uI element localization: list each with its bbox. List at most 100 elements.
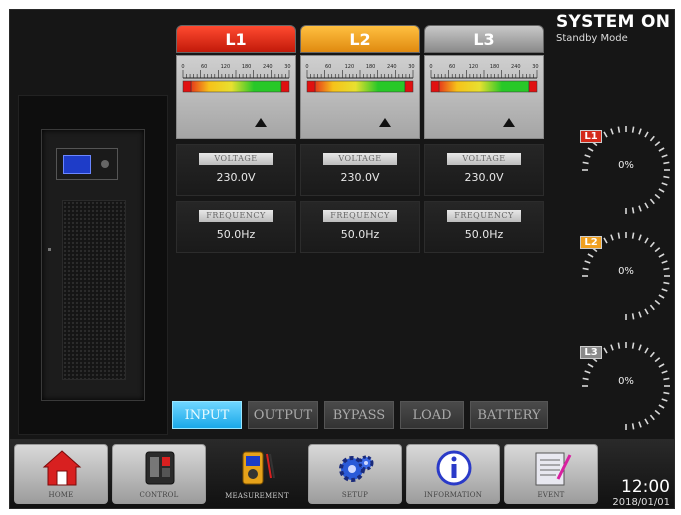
gauge-scale: 0 60 120 180 240 300 (305, 64, 415, 93)
voltage-gauge-l1: 0 60 120 180 240 300 (176, 55, 296, 139)
gauge-tick-label: 120 (345, 64, 355, 70)
phase-column-l2: L2 0 60 120 180 240 300 VOLTAGE 230.0V FREQUE… (300, 25, 420, 253)
frequency-box-l3: FREQUENCY 50.0Hz (424, 201, 544, 253)
frequency-label: FREQUENCY (447, 210, 521, 222)
gauge-scale: 0 60 120 180 240 300 (429, 64, 539, 93)
tab-input[interactable]: INPUT (172, 401, 242, 429)
voltage-label: VOLTAGE (447, 153, 521, 165)
phase-header-l3[interactable]: L3 (424, 25, 544, 53)
load-ring-tick (603, 237, 608, 244)
nav-information-label: INFORMATION (423, 491, 483, 499)
gauge-pointer-icon (255, 118, 267, 127)
load-ring-tick (658, 294, 665, 299)
load-ring-tick (663, 175, 670, 179)
phase-header-l1[interactable]: L1 (176, 25, 296, 53)
voltage-value: 230.0V (340, 171, 380, 184)
gauge-color-band (314, 80, 406, 93)
control-icon (145, 451, 175, 485)
nav-measurement-button[interactable]: MEASUREMENT (210, 444, 304, 504)
measurement-icon (242, 451, 275, 485)
nav-control-button[interactable]: CONTROL (112, 444, 206, 504)
gauge-tick-label: 180 (490, 64, 500, 70)
voltage-box-l2: VOLTAGE 230.0V (300, 144, 420, 196)
load-ring-tick (638, 311, 642, 318)
load-meter-l1: L1 0% (576, 120, 674, 220)
gauge-scale: 0 60 120 180 240 300 (181, 64, 291, 93)
gauge-tick-label: 240 (263, 64, 273, 70)
load-ring-tick (603, 131, 608, 138)
gauge-high-zone (280, 80, 290, 93)
gauge-pointer-icon (379, 118, 391, 127)
load-ring-tick (587, 363, 594, 368)
load-ring-tick (610, 344, 614, 351)
nav-information-button[interactable]: INFORMATION (406, 444, 500, 504)
gauge-tick-label: 180 (242, 64, 252, 70)
nav-setup-button[interactable]: SETUP (308, 444, 402, 504)
load-ring-tick (654, 409, 661, 415)
cabinet-indicator (101, 160, 109, 168)
system-status: SYSTEM ON Standby Mode (556, 12, 670, 44)
nav-home-button[interactable]: HOME (14, 444, 108, 504)
tab-load[interactable]: LOAD (400, 401, 464, 429)
gauge-tick-label: 240 (387, 64, 397, 70)
ups-cabinet-image (41, 129, 145, 401)
voltage-label: VOLTAGE (199, 153, 273, 165)
cabinet-lcd-screen (63, 155, 91, 174)
load-percent: 0% (618, 376, 634, 387)
phase-column-l1: L1 0 60 120 180 240 300 VOLTAGE 230.0V FREQUE… (176, 25, 296, 253)
load-meter-l2: L2 0% (576, 226, 674, 326)
gauge-tick-label: 240 (511, 64, 521, 70)
load-ring-tick (649, 241, 655, 248)
nav-home-label: HOME (48, 491, 74, 499)
load-ring-tick (661, 288, 668, 292)
clock: 12:00 2018/01/01 (612, 477, 670, 508)
gauge-high-zone (528, 80, 538, 93)
voltage-gauge-l2: 0 60 120 180 240 300 (300, 55, 420, 139)
phase-header-l2[interactable]: L2 (300, 25, 420, 53)
load-ring-tick (638, 205, 642, 212)
gauge-low-zone (182, 80, 192, 93)
load-ring-tick (658, 147, 665, 152)
gauge-tick-label: 180 (366, 64, 376, 70)
load-ring-tick (649, 304, 655, 311)
voltage-value: 230.0V (216, 171, 256, 184)
event-log-icon (535, 452, 572, 486)
gauge-tick-label: 0 (305, 64, 308, 70)
nav-setup-label: SETUP (341, 491, 369, 499)
standby-mode-text: Standby Mode (556, 33, 628, 44)
nav-event-label: EVENT (537, 491, 565, 499)
load-ring-tick (631, 313, 635, 320)
load-ring-tick (617, 126, 621, 133)
load-ring-tick (663, 391, 670, 395)
gauge-high-zone (404, 80, 414, 93)
load-ring-tick (638, 128, 642, 135)
measurement-tabs: INPUT OUTPUT BYPASS LOAD BATTERY (172, 401, 548, 429)
cabinet-lcd (56, 148, 118, 180)
ups-control-screen: L1 0 60 120 180 240 300 VOLTAGE 230.0V FREQUE… (9, 9, 675, 509)
load-ring-tick (654, 247, 661, 253)
nav-control-label: CONTROL (139, 491, 179, 499)
load-percent: 0% (618, 266, 634, 277)
load-ring-tick (644, 308, 649, 315)
gauge-tick-label: 60 (201, 64, 207, 70)
tab-output[interactable]: OUTPUT (248, 401, 318, 429)
voltage-box-l1: VOLTAGE 230.0V (176, 144, 296, 196)
load-ring-tick (649, 198, 655, 205)
load-ring-tick (638, 421, 642, 428)
gauge-tick-label: 300 (532, 64, 539, 70)
load-ring-tick (631, 423, 635, 430)
voltage-gauge-l3: 0 60 120 180 240 300 (424, 55, 544, 139)
load-ring-tick (654, 193, 661, 199)
home-icon (42, 450, 82, 486)
tab-battery[interactable]: BATTERY (470, 401, 548, 429)
tab-bypass[interactable]: BYPASS (324, 401, 394, 429)
gauge-tick-label: 0 (429, 64, 432, 70)
nav-event-button[interactable]: EVENT (504, 444, 598, 504)
voltage-box-l3: VOLTAGE 230.0V (424, 144, 544, 196)
load-ring-tick (638, 234, 642, 241)
frequency-value: 50.0Hz (340, 228, 380, 241)
gauge-tick-label: 300 (284, 64, 291, 70)
load-percent: 0% (618, 160, 634, 171)
gauge-tick-label: 0 (181, 64, 184, 70)
load-ring-tick (617, 232, 621, 239)
